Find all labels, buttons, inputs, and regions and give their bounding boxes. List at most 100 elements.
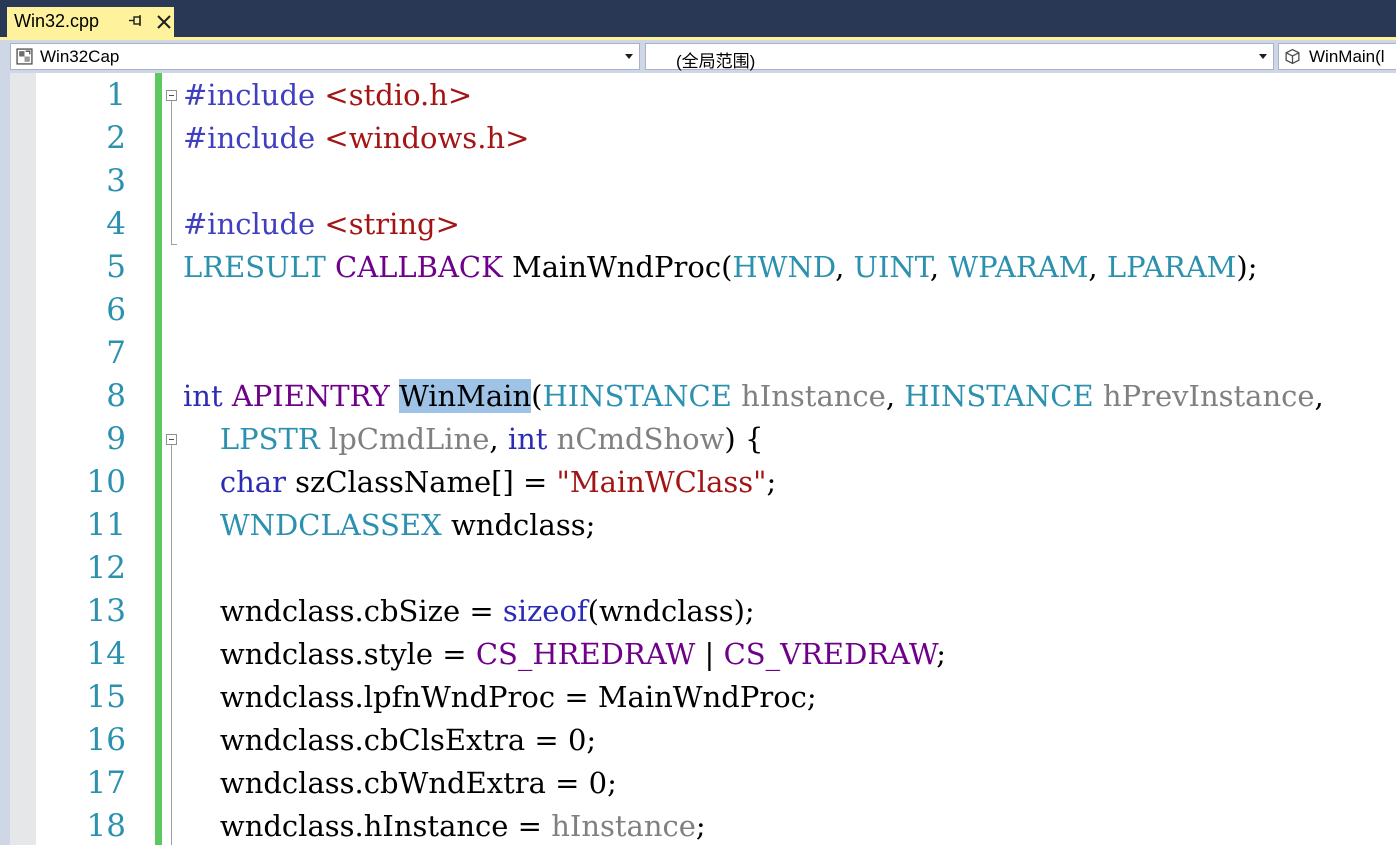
code-line[interactable]: LPSTR lpCmdLine, int nCmdShow) { — [183, 418, 764, 461]
project-dropdown-value: Win32Cap — [40, 47, 120, 66]
code-token: HINSTANCE — [542, 379, 732, 413]
code-token: CS_HREDRAW — [475, 637, 696, 671]
line-number: 17 — [86, 765, 126, 801]
code-token: HWND — [732, 250, 836, 284]
code-editor-window: Win32.cpp Win32Cap (全局范围) WinMain(l 1 2 … — [0, 0, 1396, 845]
code-token: <windows.h> — [324, 121, 530, 155]
code-line[interactable]: LRESULT CALLBACK MainWndProc(HWND, UINT,… — [183, 246, 1257, 289]
collapse-icon[interactable] — [166, 434, 177, 445]
code-token: nCmdShow — [556, 422, 725, 456]
code-token: int — [183, 379, 223, 413]
code-token: LPARAM — [1106, 250, 1237, 284]
code-token: wndclass.cbWndExtra = 0; — [183, 766, 617, 800]
code-token: (wndclass); — [587, 594, 755, 628]
collapse-icon[interactable] — [166, 90, 177, 101]
code-line[interactable]: wndclass.cbSize = sizeof(wndclass); — [183, 590, 755, 633]
code-line[interactable]: wndclass.cbWndExtra = 0; — [183, 762, 617, 805]
member-dropdown[interactable]: WinMain(l — [1278, 43, 1396, 70]
code-token: CS_VREDRAW — [723, 637, 937, 671]
code-token: hInstance — [741, 379, 886, 413]
code-token: ; — [695, 809, 706, 843]
code-editor[interactable]: 1 2 3 4 5 6 7 8 9 10 11 12 13 14 15 16 17 18 #include <st… — [0, 73, 1396, 845]
code-token: <string> — [324, 207, 460, 241]
code-token: #include — [183, 207, 325, 241]
chevron-down-icon — [1259, 54, 1267, 59]
code-token: ( — [531, 379, 543, 413]
code-token: , — [835, 250, 854, 284]
line-number: 7 — [106, 335, 126, 371]
code-line[interactable]: wndclass.hInstance = hInstance; — [183, 805, 706, 845]
code-token: ) { — [724, 422, 764, 456]
code-token: int — [507, 422, 548, 456]
code-line[interactable]: wndclass.lpfnWndProc = MainWndProc; — [183, 676, 817, 719]
outline-line — [171, 445, 172, 845]
code-token: , — [1314, 379, 1324, 413]
project-dropdown[interactable]: Win32Cap — [10, 43, 640, 70]
scope-dropdown[interactable]: (全局范围) — [645, 43, 1274, 71]
line-number: 10 — [86, 464, 126, 500]
project-icon — [16, 48, 33, 65]
code-token: wndclass.cbClsExtra = 0; — [183, 723, 597, 757]
code-text-area[interactable]: #include <stdio.h> #include <windows.h> #i… — [183, 73, 1396, 845]
line-number: 8 — [106, 378, 126, 414]
line-number: 5 — [106, 249, 126, 285]
close-icon[interactable] — [155, 13, 173, 31]
document-tab[interactable]: Win32.cpp — [7, 7, 174, 37]
code-token: ; — [936, 637, 946, 671]
code-line[interactable]: wndclass.cbClsExtra = 0; — [183, 719, 596, 762]
line-number: 3 — [106, 163, 126, 199]
code-token: LRESULT — [183, 250, 326, 284]
code-token: , — [929, 250, 949, 284]
code-token: , — [489, 422, 508, 456]
code-line[interactable]: char szClassName[] = "MainWClass"; — [183, 461, 776, 504]
line-number: 11 — [86, 507, 126, 543]
code-line[interactable]: wndclass.style = CS_HREDRAW | CS_VREDRAW… — [183, 633, 946, 676]
code-token: WPARAM — [948, 250, 1089, 284]
line-number: 13 — [86, 593, 126, 629]
code-line[interactable]: #include <windows.h> — [183, 117, 529, 160]
highlighted-identifier: WinMain — [398, 379, 532, 413]
line-number: 6 — [106, 292, 126, 328]
document-tab-strip: Win32.cpp — [0, 0, 1396, 37]
line-number: 1 — [106, 77, 126, 113]
code-token: #include — [183, 78, 325, 112]
code-token: wndclass.hInstance = — [183, 809, 552, 843]
change-tracking-bar — [155, 73, 162, 845]
code-token: szClassName[] = — [285, 465, 557, 499]
outline-end — [171, 244, 177, 245]
code-line[interactable]: #include <stdio.h> — [183, 74, 472, 117]
pin-icon[interactable] — [128, 13, 144, 29]
code-token: ); — [1236, 250, 1258, 284]
editor-left-border — [0, 73, 10, 845]
code-token: APIENTRY — [231, 379, 390, 413]
code-token: wndclass.style = — [183, 637, 476, 671]
line-number: 18 — [86, 808, 126, 844]
line-number: 16 — [86, 722, 126, 758]
code-line[interactable]: WNDCLASSEX wndclass; — [183, 504, 596, 547]
code-token: LPSTR — [219, 422, 320, 456]
code-token: WNDCLASSEX — [219, 508, 442, 542]
code-line[interactable]: int APIENTRY WinMain(HINSTANCE hInstance… — [183, 375, 1324, 418]
line-number: 9 — [106, 421, 126, 457]
code-token: wndclass.lpfnWndProc = MainWndProc; — [183, 680, 817, 714]
code-token: wndclass; — [441, 508, 596, 542]
line-number: 12 — [86, 550, 126, 586]
code-line[interactable]: #include <string> — [183, 203, 460, 246]
code-token: HINSTANCE — [904, 379, 1094, 413]
code-token: sizeof — [502, 594, 588, 628]
indicator-margin — [10, 73, 36, 845]
scope-dropdown-value: (全局范围) — [676, 52, 756, 71]
code-token: "MainWClass" — [556, 465, 767, 499]
code-token: <stdio.h> — [324, 78, 473, 112]
code-token: UINT — [853, 250, 930, 284]
document-tab-title: Win32.cpp — [14, 11, 100, 31]
